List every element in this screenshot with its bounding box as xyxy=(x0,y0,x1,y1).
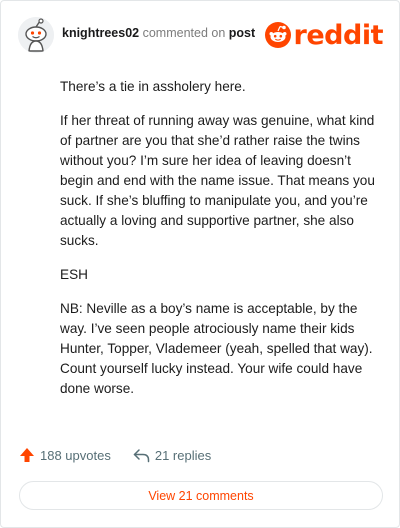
comment-header: knightrees02 commented on post reddit xyxy=(18,15,385,55)
view-comments-button[interactable]: View 21 comments xyxy=(19,481,383,510)
reddit-snoo-icon xyxy=(264,22,291,48)
comment-paragraph: ESH xyxy=(60,267,88,282)
comment-paragraph: If her threat of running away was genuin… xyxy=(60,113,375,248)
upvote-button[interactable]: 188 upvotes xyxy=(19,447,111,463)
post-link[interactable]: post xyxy=(229,26,255,40)
username-link[interactable]: knightrees02 xyxy=(62,26,139,40)
comment-stats: 188 upvotes 21 replies xyxy=(19,447,233,463)
action-text: commented on xyxy=(142,26,226,40)
reply-count: 21 replies xyxy=(154,447,212,463)
reply-arrow-icon xyxy=(133,448,150,462)
comment-card: knightrees02 commented on post reddit Th… xyxy=(0,0,400,528)
avatar[interactable] xyxy=(18,17,54,53)
upvote-count: 188 upvotes xyxy=(40,447,111,463)
snoo-avatar-icon xyxy=(18,17,54,53)
reddit-wordmark: reddit xyxy=(293,19,384,51)
comment-paragraph: NB: Neville as a boy’s name is acceptabl… xyxy=(60,301,373,396)
reddit-logo[interactable]: reddit xyxy=(264,15,384,55)
comment-meta: knightrees02 commented on post xyxy=(62,26,255,40)
comment-paragraph: There’s a tie in assholery here. xyxy=(60,79,246,94)
replies-button[interactable]: 21 replies xyxy=(133,448,211,463)
upvote-arrow-icon xyxy=(20,448,34,462)
comment-body: There’s a tie in assholery here. If her … xyxy=(60,77,378,413)
